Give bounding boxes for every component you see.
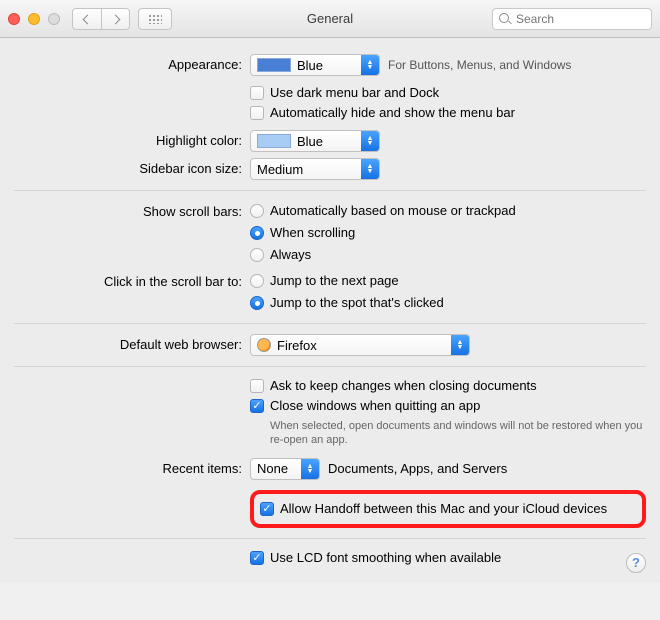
chevron-left-icon [84, 11, 91, 26]
forward-button[interactable] [101, 9, 129, 29]
default-browser-value: Firefox [277, 338, 317, 353]
checkbox-icon: ✓ [260, 502, 274, 516]
checkbox-icon: ✓ [250, 399, 264, 413]
appearance-label: Appearance: [14, 54, 250, 72]
scroll-click-page-radio[interactable]: Jump to the next page [250, 271, 646, 291]
allow-handoff-checkbox[interactable]: ✓ Allow Handoff between this Mac and you… [260, 500, 607, 518]
recent-items-label: Recent items: [14, 458, 250, 476]
traffic-lights [8, 13, 60, 25]
divider [14, 366, 646, 367]
popup-arrows-icon: ▲▼ [361, 55, 379, 75]
scrollbars-when-scrolling-radio[interactable]: When scrolling [250, 223, 646, 243]
grid-icon [148, 14, 162, 24]
chevron-right-icon [112, 11, 119, 26]
divider [14, 323, 646, 324]
default-browser-select[interactable]: Firefox ▲▼ [250, 334, 470, 356]
highlight-label: Highlight color: [14, 130, 250, 148]
sidebar-size-value: Medium [257, 162, 303, 177]
help-button[interactable]: ? [626, 553, 646, 573]
popup-arrows-icon: ▲▼ [361, 159, 379, 179]
show-all-prefs-button[interactable] [138, 8, 172, 30]
show-scrollbars-label: Show scroll bars: [14, 201, 250, 219]
recent-items-suffix: Documents, Apps, and Servers [328, 461, 507, 476]
checkbox-icon [250, 86, 264, 100]
close-windows-fineprint: When selected, open documents and window… [270, 419, 646, 448]
appearance-value: Blue [297, 58, 323, 73]
popup-arrows-icon: ▲▼ [451, 335, 469, 355]
popup-arrows-icon: ▲▼ [361, 131, 379, 151]
search-icon [499, 13, 511, 25]
appearance-hint: For Buttons, Menus, and Windows [388, 58, 571, 72]
lcd-font-smoothing-checkbox[interactable]: ✓ Use LCD font smoothing when available [250, 549, 646, 567]
divider [14, 190, 646, 191]
zoom-window-button [48, 13, 60, 25]
checkbox-icon: ✓ [250, 551, 264, 565]
firefox-icon [257, 338, 271, 352]
nav-back-forward [72, 8, 130, 30]
back-button[interactable] [73, 9, 101, 29]
highlight-color-select[interactable]: Blue ▲▼ [250, 130, 380, 152]
ask-keep-changes-checkbox[interactable]: Ask to keep changes when closing documen… [250, 377, 646, 395]
close-windows-quit-checkbox[interactable]: ✓ Close windows when quitting an app [250, 397, 646, 415]
checkbox-icon [250, 106, 264, 120]
search-input[interactable] [516, 12, 645, 26]
search-field-wrap[interactable] [492, 8, 652, 30]
close-window-button[interactable] [8, 13, 20, 25]
divider [14, 538, 646, 539]
sidebar-size-label: Sidebar icon size: [14, 158, 250, 176]
recent-items-select[interactable]: None ▲▼ [250, 458, 320, 480]
checkbox-icon [250, 379, 264, 393]
highlight-value: Blue [297, 134, 323, 149]
appearance-select[interactable]: Blue ▲▼ [250, 54, 380, 76]
auto-hide-menubar-checkbox[interactable]: Automatically hide and show the menu bar [250, 104, 646, 122]
highlight-swatch [257, 134, 291, 148]
sidebar-size-select[interactable]: Medium ▲▼ [250, 158, 380, 180]
minimize-window-button[interactable] [28, 13, 40, 25]
scrollbars-always-radio[interactable]: Always [250, 245, 646, 265]
recent-items-value: None [257, 461, 288, 476]
handoff-highlight: ✓ Allow Handoff between this Mac and you… [250, 490, 646, 528]
scroll-click-label: Click in the scroll bar to: [14, 271, 250, 289]
prefs-content: Appearance: Blue ▲▼ For Buttons, Menus, … [0, 38, 660, 583]
scroll-click-spot-radio[interactable]: Jump to the spot that's clicked [250, 293, 646, 313]
appearance-swatch [257, 58, 291, 72]
scrollbars-auto-radio[interactable]: Automatically based on mouse or trackpad [250, 201, 646, 221]
default-browser-label: Default web browser: [14, 334, 250, 352]
dark-menubar-checkbox[interactable]: Use dark menu bar and Dock [250, 84, 646, 102]
popup-arrows-icon: ▲▼ [301, 459, 319, 479]
window-titlebar: General [0, 0, 660, 38]
